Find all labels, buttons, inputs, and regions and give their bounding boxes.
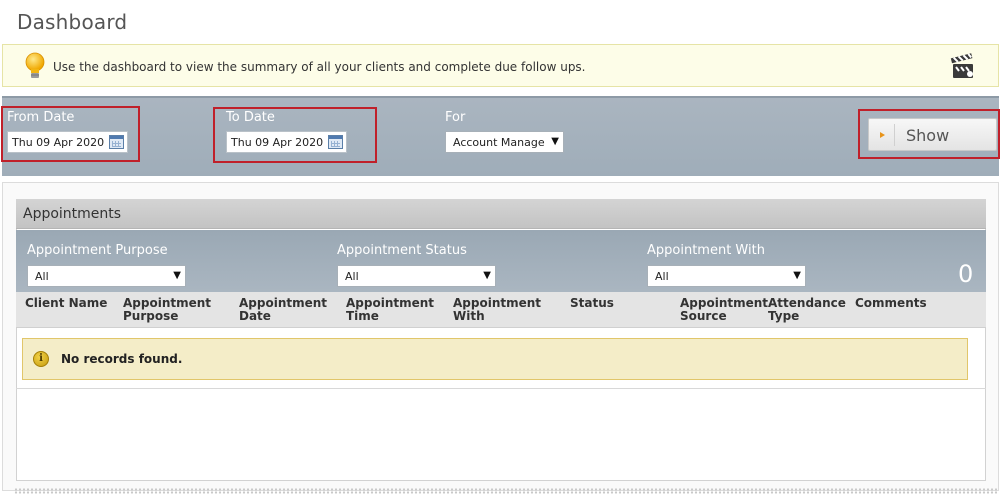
appointments-header: Appointments [16, 199, 986, 229]
for-select[interactable]: Account Manage ▼ [445, 131, 564, 153]
dropdown-arrow-icon: ▼ [793, 270, 801, 281]
purpose-select[interactable]: All ▼ [27, 265, 186, 287]
dropdown-arrow-icon: ▼ [173, 270, 181, 281]
with-select[interactable]: All ▼ [647, 265, 806, 287]
dropdown-arrow-icon: ▼ [483, 270, 491, 281]
info-text: Use the dashboard to view the summary of… [53, 60, 586, 74]
from-date-highlight [1, 106, 140, 162]
column-comments[interactable]: Comments [855, 297, 955, 310]
column-appointment-with[interactable]: Appointment With [453, 297, 553, 323]
status-label: Appointment Status [337, 243, 467, 258]
empty-message: No records found. [61, 352, 183, 366]
purpose-label: Appointment Purpose [27, 243, 168, 258]
page-title: Dashboard [17, 10, 128, 34]
empty-notice: i No records found. [22, 338, 968, 380]
to-date-highlight [213, 107, 377, 163]
column-appointment-purpose[interactable]: Appointment Purpose [123, 297, 223, 323]
column-attendance-type[interactable]: Attendance Type [768, 297, 853, 323]
dropdown-arrow-icon: ▼ [551, 136, 559, 147]
with-label: Appointment With [647, 243, 765, 258]
appointment-count: 0 [958, 260, 974, 288]
info-bar: Use the dashboard to view the summary of… [2, 44, 999, 87]
info-icon: i [33, 351, 49, 367]
for-select-value: Account Manage [453, 136, 545, 149]
lightbulb-icon [25, 52, 45, 78]
panel-divider [14, 488, 997, 494]
with-select-value: All [655, 270, 669, 283]
column-appointment-source[interactable]: Appointment Source [680, 297, 780, 323]
purpose-select-value: All [35, 270, 49, 283]
for-label: For [445, 110, 466, 125]
show-button-highlight [858, 109, 1000, 159]
column-client-name[interactable]: Client Name [25, 297, 125, 310]
video-clapper-icon[interactable] [949, 53, 977, 81]
column-status[interactable]: Status [570, 297, 670, 310]
table-bottom-border [16, 388, 986, 389]
status-select[interactable]: All ▼ [337, 265, 496, 287]
column-appointment-date[interactable]: Appointment Date [239, 297, 339, 323]
appointments-title: Appointments [23, 206, 122, 222]
column-appointment-time[interactable]: Appointment Time [346, 297, 446, 323]
status-select-value: All [345, 270, 359, 283]
